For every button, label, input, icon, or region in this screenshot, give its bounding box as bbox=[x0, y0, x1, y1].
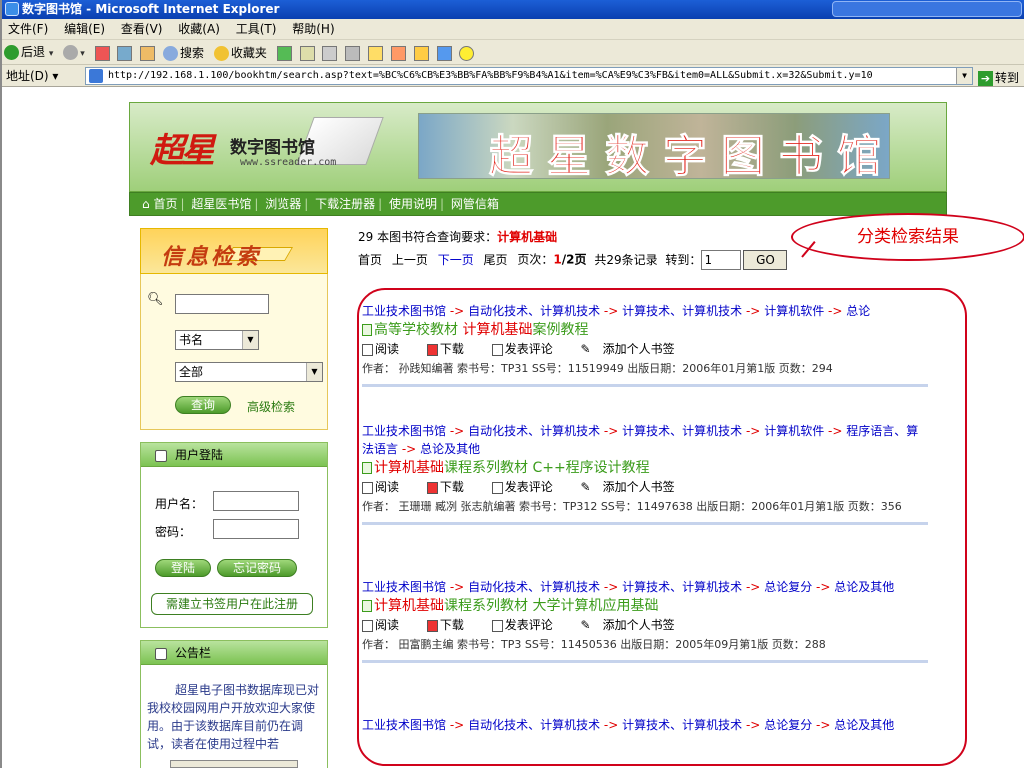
pager-first[interactable]: 首页 bbox=[358, 253, 382, 267]
nav-home[interactable]: 首页 bbox=[153, 197, 177, 211]
search-button[interactable]: 搜索 bbox=[163, 41, 204, 66]
smiley-icon[interactable] bbox=[459, 46, 475, 61]
address-dropdown[interactable]: ▼ bbox=[956, 68, 972, 84]
field-select[interactable]: 书名 ▼ bbox=[175, 330, 259, 350]
notice-panel: 公告栏 超星电子图书数据库现已对我校校园网用户开放欢迎大家使用。由于该数据库目前… bbox=[140, 640, 328, 768]
logo: 超星 数字图书馆 www.ssreader.com bbox=[140, 111, 384, 181]
logo-big: 超星 bbox=[150, 131, 215, 171]
magnifier-icon: 🔍︎ bbox=[147, 292, 164, 307]
forgot-password-button[interactable]: 忘记密码 bbox=[217, 559, 297, 577]
pager-next[interactable]: 下一页 bbox=[438, 253, 474, 267]
stop-icon[interactable] bbox=[94, 46, 110, 61]
site-nav: ⌂ 首页 | 超星医书馆 | 浏览器 | 下载注册器 | 使用说明 | 网管信箱 bbox=[129, 192, 947, 216]
nav-browser[interactable]: 浏览器 bbox=[265, 197, 301, 211]
scope-select[interactable]: 全部 ▼ bbox=[175, 362, 323, 382]
annotation-bubble: 分类检索结果 bbox=[791, 213, 1024, 261]
notice-icon bbox=[155, 647, 167, 660]
refresh-icon[interactable] bbox=[117, 46, 133, 61]
messenger-icon[interactable] bbox=[390, 46, 406, 61]
search-panel-header: 信息检索 bbox=[140, 228, 328, 274]
goto-button[interactable]: GO bbox=[743, 250, 788, 270]
goto-label: 转到： bbox=[665, 252, 702, 267]
username-label: 用户名： bbox=[155, 497, 204, 511]
username-input[interactable] bbox=[213, 491, 299, 511]
back-icon bbox=[4, 45, 19, 60]
title-bar: 数字图书馆 - Microsoft Internet Explorer bbox=[2, 0, 1024, 19]
banner-title: 超星数字图书馆 bbox=[489, 131, 895, 183]
banner-photo: 超星数字图书馆 bbox=[418, 113, 890, 183]
pager-prev[interactable]: 上一页 bbox=[392, 253, 428, 267]
address-bar: 地址(D) ▾ http://192.168.1.100/bookhtm/sea… bbox=[2, 65, 1024, 87]
home-icon[interactable] bbox=[140, 46, 156, 61]
mail-icon[interactable] bbox=[299, 46, 315, 61]
login-header: 用户登陆 bbox=[141, 443, 327, 467]
nav-medical[interactable]: 超星医书馆 bbox=[191, 197, 251, 211]
password-label: 密码： bbox=[155, 525, 192, 539]
notice-header: 公告栏 bbox=[141, 641, 327, 665]
login-panel: 用户登陆 用户名： 密码： 登陆 忘记密码 需建立书签用户在此注册 bbox=[140, 442, 328, 628]
menu-favorites[interactable]: 收藏(A) bbox=[172, 19, 226, 40]
print-icon[interactable] bbox=[322, 46, 338, 61]
login-button[interactable]: 登陆 bbox=[155, 559, 211, 577]
favorites-button[interactable]: 收藏夹 bbox=[213, 41, 267, 66]
goto-input[interactable]: 1 bbox=[701, 250, 742, 270]
keyword-input[interactable] bbox=[175, 294, 269, 314]
forward-icon bbox=[63, 45, 79, 60]
notice-text: 超星电子图书数据库现已对我校校园网用户开放欢迎大家使用。由于该数据库目前仍在调试… bbox=[147, 683, 320, 751]
edit-icon[interactable] bbox=[345, 46, 361, 61]
star-icon bbox=[213, 46, 229, 61]
menu-file[interactable]: 文件(F) bbox=[2, 19, 54, 40]
home-small-icon: ⌂ bbox=[142, 197, 150, 211]
search-panel: 🔍︎ 书名 ▼ 全部 ▼ 查询 高级检索 bbox=[140, 274, 328, 430]
tool-icon[interactable] bbox=[413, 46, 429, 61]
nav-download[interactable]: 下载注册器 bbox=[315, 197, 375, 211]
logo-url: www.ssreader.com bbox=[240, 157, 337, 168]
go-arrow-icon: ➔ bbox=[978, 71, 993, 86]
page-icon bbox=[89, 69, 103, 83]
logo-text: 数字图书馆 bbox=[230, 138, 315, 158]
window-title: 数字图书馆 - Microsoft Internet Explorer bbox=[22, 2, 280, 16]
ie-icon bbox=[5, 2, 19, 16]
query-button[interactable]: 查询 bbox=[175, 396, 231, 414]
pager: 首页 上一页 下一页 尾页 页次：1/2页 共29条记录 转到： 1 GO bbox=[358, 250, 788, 270]
password-input[interactable] bbox=[213, 519, 299, 539]
nav-mail[interactable]: 网管信箱 bbox=[451, 197, 499, 211]
taskbar-fragment bbox=[170, 760, 298, 768]
page-indicator: 页次：1/2页 bbox=[517, 252, 587, 267]
sidebar: 信息检索 🔍︎ 书名 ▼ 全部 ▼ 查询 高级检索 用户登陆 用户名： 密码： 登 bbox=[140, 228, 328, 768]
window-controls[interactable] bbox=[832, 1, 1022, 17]
globe-icon[interactable] bbox=[436, 46, 452, 61]
menu-bar: 文件(F) 编辑(E) 查看(V) 收藏(A) 工具(T) 帮助(H) bbox=[2, 19, 1024, 40]
history-icon[interactable] bbox=[276, 46, 292, 61]
toolbar: 后退 ▾ ▾ 搜索 收藏夹 bbox=[2, 40, 1024, 65]
total-count: 共29条记录 bbox=[594, 252, 658, 267]
menu-tools[interactable]: 工具(T) bbox=[230, 19, 283, 40]
search-panel-title: 信息检索 bbox=[161, 244, 262, 270]
back-button[interactable]: 后退 ▾ bbox=[4, 40, 53, 67]
menu-help[interactable]: 帮助(H) bbox=[286, 19, 340, 40]
pager-last[interactable]: 尾页 bbox=[484, 253, 508, 267]
user-icon bbox=[155, 449, 167, 462]
nav-help[interactable]: 使用说明 bbox=[389, 197, 437, 211]
go-button[interactable]: ➔ 转到 bbox=[978, 67, 1019, 89]
folder-icon[interactable] bbox=[368, 46, 384, 61]
register-button[interactable]: 需建立书签用户在此注册 bbox=[151, 593, 313, 615]
banner: 超星 数字图书馆 www.ssreader.com 超星数字图书馆 bbox=[129, 102, 947, 192]
results-highlight-ring bbox=[357, 288, 967, 766]
menu-view[interactable]: 查看(V) bbox=[115, 19, 169, 40]
menu-edit[interactable]: 编辑(E) bbox=[58, 19, 111, 40]
address-label: 地址(D) ▾ bbox=[6, 69, 59, 83]
advanced-search-link[interactable]: 高级检索 bbox=[247, 398, 295, 415]
forward-button[interactable]: ▾ bbox=[63, 40, 85, 67]
search-icon bbox=[163, 46, 179, 61]
address-input[interactable]: http://192.168.1.100/bookhtm/search.asp?… bbox=[85, 67, 973, 85]
